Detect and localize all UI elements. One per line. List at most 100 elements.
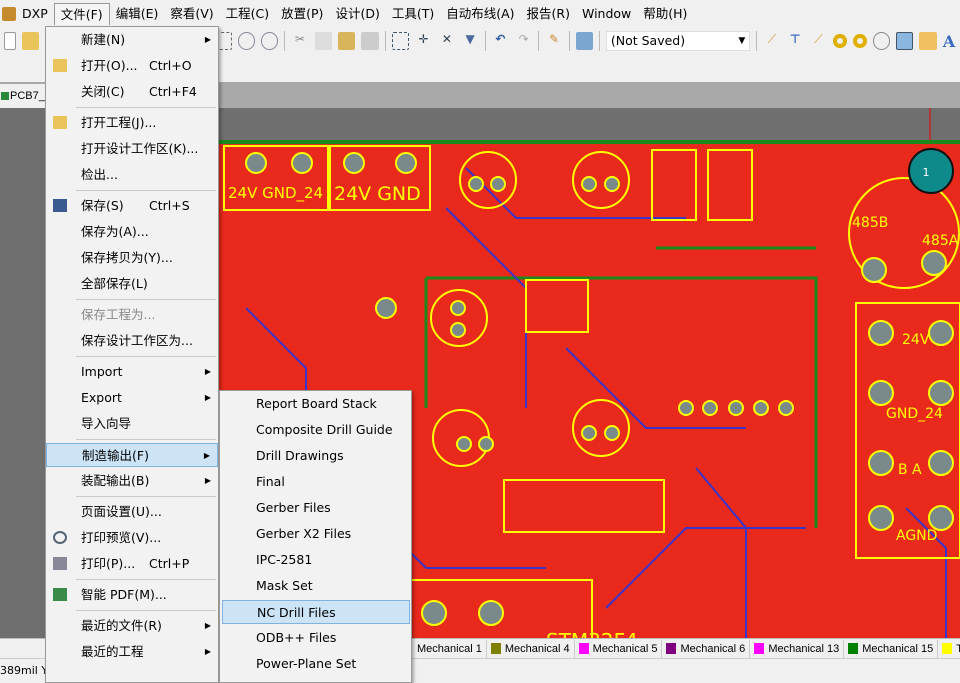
pcb-doc-icon	[1, 92, 9, 100]
document-tab[interactable]: PCB7_	[0, 84, 45, 108]
layer-tab-mechanical-1[interactable]: Mechanical 1	[413, 639, 487, 658]
menu-view[interactable]: 察看(V)	[164, 3, 219, 25]
menu-reports[interactable]: 报告(R)	[521, 3, 576, 25]
menu-item-label: 保存工程为...	[81, 307, 156, 322]
menu-item-label: 关闭(C)	[81, 84, 125, 99]
menu-window[interactable]: Window	[576, 3, 637, 25]
text-icon[interactable]: A	[943, 32, 960, 51]
menu-edit[interactable]: 编辑(E)	[110, 3, 165, 25]
menu-item-save-all[interactable]: 全部保存(L)	[46, 272, 218, 296]
multi-route-icon[interactable]: ⟋	[810, 32, 827, 50]
menu-item-save[interactable]: 保存(S) Ctrl+S	[46, 194, 218, 218]
layer-tab-mechanical-5[interactable]: Mechanical 5	[575, 639, 663, 658]
open-icon[interactable]	[21, 32, 39, 50]
menu-item-fabrication-outputs[interactable]: 制造输出(F) ▶	[46, 443, 218, 467]
menu-item-import[interactable]: Import ▶	[46, 360, 218, 384]
layer-tab-mechanical-6[interactable]: Mechanical 6	[662, 639, 751, 658]
layer-tab-mechanical-15[interactable]: Mechanical 15	[844, 639, 939, 658]
menu-autoroute[interactable]: 自动布线(A)	[440, 3, 520, 25]
submenu-item-drill-drawings[interactable]: Drill Drawings	[222, 444, 410, 468]
menu-item-label: 检出...	[81, 167, 118, 182]
menu-item-assembly-outputs[interactable]: 装配输出(B) ▶	[46, 469, 218, 493]
submenu-item-final[interactable]: Final	[222, 470, 410, 494]
menu-item-new[interactable]: 新建(N) ▶	[46, 28, 218, 52]
menu-item-recent-files[interactable]: 最近的文件(R) ▶	[46, 614, 218, 638]
document-select-value: (Not Saved)	[610, 33, 686, 48]
menu-item-close[interactable]: 关闭(C) Ctrl+F4	[46, 80, 218, 104]
menu-item-page-setup[interactable]: 页面设置(U)...	[46, 500, 218, 524]
menu-place[interactable]: 放置(P)	[275, 3, 329, 25]
menu-item-print[interactable]: 打印(P)... Ctrl+P	[46, 552, 218, 576]
menu-item-label: 制造输出(F)	[82, 448, 149, 463]
pad-icon[interactable]	[833, 34, 847, 48]
route-icon[interactable]: ⟋	[763, 32, 780, 50]
menu-item-recent-projects[interactable]: 最近的工程 ▶	[46, 640, 218, 664]
layer-tab-mechanical-13[interactable]: Mechanical 13	[750, 639, 845, 658]
left-panel	[0, 108, 46, 640]
fabrication-outputs-submenu: Report Board Stack Composite Drill Guide…	[219, 390, 412, 683]
paste-array-icon[interactable]	[361, 32, 379, 50]
layer-tab-mechanical-4[interactable]: Mechanical 4	[487, 639, 575, 658]
menu-item-open-workspace[interactable]: 打开设计工作区(K)...	[46, 137, 218, 161]
cut-icon[interactable]: ✂	[291, 32, 308, 50]
arc-icon[interactable]	[872, 32, 891, 50]
pencil-icon[interactable]: ✎	[545, 32, 562, 50]
zoom-filter-icon[interactable]	[261, 32, 279, 50]
submenu-item-nc-drill-files[interactable]: NC Drill Files	[222, 600, 410, 624]
submenu-item-report-board-stack[interactable]: Report Board Stack	[222, 392, 410, 416]
menu-item-label: 打开设计工作区(K)...	[81, 141, 199, 156]
menu-item-label: 保存(S)	[81, 198, 124, 213]
menu-project[interactable]: 工程(C)	[220, 3, 275, 25]
redo-icon[interactable]: ↷	[515, 32, 532, 50]
select-icon[interactable]	[391, 32, 409, 50]
menu-item-smart-pdf[interactable]: 智能 PDF(M)...	[46, 583, 218, 607]
submenu-arrow-icon: ▶	[204, 35, 211, 44]
fill-icon[interactable]	[896, 32, 914, 50]
menu-item-open-project[interactable]: 打开工程(J)...	[46, 111, 218, 135]
menu-design[interactable]: 设计(D)	[329, 3, 385, 25]
submenu-item-gerber-files[interactable]: Gerber Files	[222, 496, 410, 520]
copy-icon[interactable]	[314, 32, 332, 50]
deselect-icon[interactable]: ✕	[438, 32, 455, 50]
menu-tools[interactable]: 工具(T)	[386, 3, 440, 25]
save-icon	[53, 199, 67, 212]
undo-icon[interactable]: ↶	[492, 32, 509, 50]
paste-icon[interactable]	[337, 32, 356, 50]
menu-dxp[interactable]: DXP	[16, 3, 54, 25]
via-icon[interactable]	[852, 34, 867, 48]
move-icon[interactable]: ✛	[415, 32, 432, 50]
separator	[384, 31, 386, 51]
browse-icon[interactable]	[575, 32, 593, 50]
submenu-item-gerber-x2-files[interactable]: Gerber X2 Files	[222, 522, 410, 546]
menu-item-label: 保存拷贝为(Y)...	[81, 250, 173, 265]
layer-tab-label: Mechanical 6	[680, 642, 746, 655]
menu-item-export[interactable]: Export ▶	[46, 386, 218, 410]
layer-tab-label: Mechanical 5	[592, 642, 658, 655]
submenu-item-ipc-2581[interactable]: IPC-2581	[222, 548, 410, 572]
menu-item-save-as[interactable]: 保存为(A)...	[46, 220, 218, 244]
menu-file[interactable]: 文件(F)	[53, 2, 110, 25]
menu-item-checkout[interactable]: 检出...	[46, 163, 218, 187]
polygon-icon[interactable]	[919, 32, 937, 50]
menu-item-open[interactable]: 打开(O)... Ctrl+O	[46, 54, 218, 78]
menu-item-save-project-as[interactable]: 保存工程为...	[46, 303, 218, 327]
submenu-item-mask-set[interactable]: Mask Set	[222, 574, 410, 598]
menu-item-label: Export	[81, 390, 122, 405]
new-icon[interactable]	[4, 32, 16, 50]
document-select[interactable]: (Not Saved) ▼	[605, 31, 751, 51]
menu-item-save-copy-as[interactable]: 保存拷贝为(Y)...	[46, 246, 218, 270]
clear-filter-icon[interactable]: ▼	[462, 32, 479, 50]
layer-tab-top-overlay[interactable]: T	[938, 640, 960, 658]
separator	[538, 31, 540, 51]
menu-item-print-preview[interactable]: 打印预览(V)...	[46, 526, 218, 550]
menu-item-import-wizard[interactable]: 导入向导	[46, 412, 218, 436]
submenu-arrow-icon: ▶	[204, 647, 211, 656]
menu-help[interactable]: 帮助(H)	[637, 3, 693, 25]
zoom-icon[interactable]	[237, 32, 256, 50]
submenu-item-odb-files[interactable]: ODB++ Files	[222, 626, 410, 650]
diff-pair-icon[interactable]: ⊤	[787, 32, 804, 50]
menu-item-label: 页面设置(U)...	[81, 504, 162, 519]
submenu-item-power-plane-set[interactable]: Power-Plane Set	[222, 652, 410, 676]
menu-item-save-workspace-as[interactable]: 保存设计工作区为...	[46, 329, 218, 353]
submenu-item-composite-drill-guide[interactable]: Composite Drill Guide	[222, 418, 410, 442]
